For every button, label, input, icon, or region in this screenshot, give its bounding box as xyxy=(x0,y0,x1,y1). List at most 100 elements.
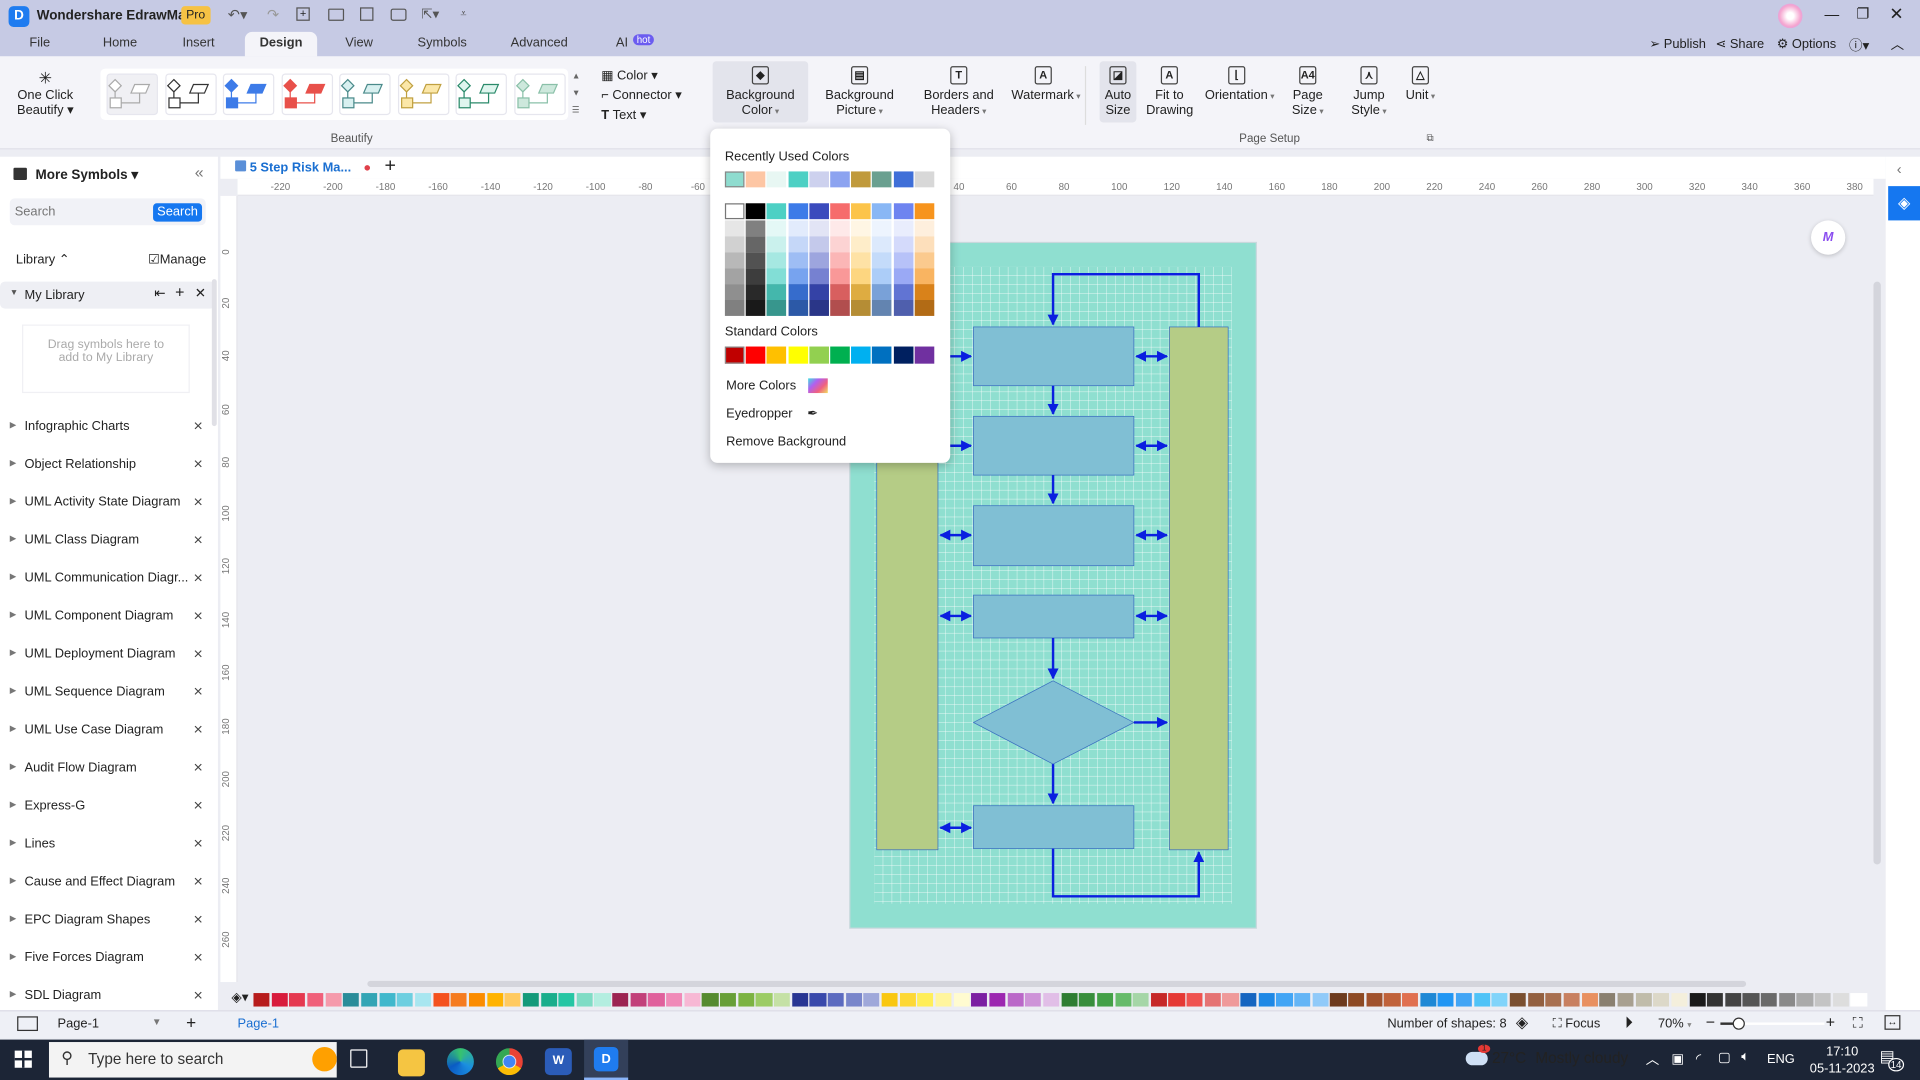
palette-color-swatch[interactable] xyxy=(1204,993,1221,1007)
notifications-button[interactable]: ▤ 14 xyxy=(1880,1047,1904,1072)
palette-color-swatch[interactable] xyxy=(1491,993,1508,1007)
page-tab[interactable]: Page-1 xyxy=(238,1016,279,1031)
theme-color-swatch[interactable] xyxy=(809,284,829,301)
palette-color-swatch[interactable] xyxy=(1527,993,1544,1007)
connector-dropdown[interactable]: ⌐ Connector ▾ xyxy=(601,88,681,103)
volume-icon[interactable]: 🔈︎ xyxy=(1741,1049,1749,1065)
close-icon[interactable]: × xyxy=(193,872,202,890)
library-item[interactable]: ▶ Infographic Charts × xyxy=(0,415,218,439)
palette-color-swatch[interactable] xyxy=(684,993,701,1007)
theme-color-swatch[interactable] xyxy=(851,203,871,220)
zoom-in-button[interactable]: + xyxy=(1826,1013,1835,1031)
palette-color-swatch[interactable] xyxy=(648,993,665,1007)
weather-widget[interactable]: 1 27°C Mostly cloudy xyxy=(1465,1044,1628,1067)
palette-color-swatch[interactable] xyxy=(971,993,988,1007)
theme-color-swatch[interactable] xyxy=(767,268,787,285)
library-item[interactable]: ▶ SDL Diagram × xyxy=(0,984,218,1008)
close-icon[interactable]: ✕ xyxy=(195,285,206,302)
palette-color-swatch[interactable] xyxy=(755,993,773,1007)
library-item[interactable]: ▶ EPC Diagram Shapes × xyxy=(0,909,218,933)
tab-ai[interactable]: AI xyxy=(616,36,628,51)
palette-color-swatch[interactable] xyxy=(863,993,880,1007)
theme-color-swatch[interactable] xyxy=(830,284,850,301)
beautify-style-1[interactable] xyxy=(106,73,158,116)
palette-color-swatch[interactable] xyxy=(1186,993,1203,1007)
palette-color-swatch[interactable] xyxy=(361,993,378,1007)
recent-color-swatch[interactable] xyxy=(830,171,850,188)
collapse-ribbon-icon[interactable]: ︿ xyxy=(1891,34,1904,54)
library-item[interactable]: ▶ UML Component Diagram × xyxy=(0,605,218,629)
theme-color-swatch[interactable] xyxy=(724,252,745,269)
palette-color-swatch[interactable] xyxy=(953,993,970,1007)
library-item[interactable]: ▶ Audit Flow Diagram × xyxy=(0,757,218,781)
library-item[interactable]: ▶ UML Communication Diagr... × xyxy=(0,567,218,591)
format-panel-button[interactable]: ◈ xyxy=(1888,186,1920,221)
theme-color-swatch[interactable] xyxy=(914,268,935,285)
palette-color-swatch[interactable] xyxy=(450,993,467,1007)
word-icon[interactable]: W xyxy=(544,1048,572,1076)
palette-color-swatch[interactable] xyxy=(1437,993,1455,1007)
standard-color-swatch[interactable] xyxy=(830,346,850,364)
library-item[interactable]: ▶ Object Relationship × xyxy=(0,453,218,477)
color-dropdown[interactable]: ▦ Color ▾ xyxy=(601,69,657,84)
palette-color-swatch[interactable] xyxy=(1617,993,1634,1007)
library-item[interactable]: ▶ Express-G × xyxy=(0,795,218,819)
theme-color-swatch[interactable] xyxy=(788,284,808,301)
theme-color-swatch[interactable] xyxy=(914,203,935,220)
theme-color-swatch[interactable] xyxy=(914,284,935,301)
tab-file[interactable]: File xyxy=(29,36,50,51)
panel-scrollbar[interactable] xyxy=(211,279,217,427)
theme-color-swatch[interactable] xyxy=(788,300,808,316)
import-icon[interactable]: ⇤ xyxy=(154,285,165,302)
theme-color-swatch[interactable] xyxy=(872,268,892,285)
theme-color-swatch[interactable] xyxy=(788,252,808,269)
fullscreen-icon[interactable]: ⛶ xyxy=(1853,1014,1863,1032)
tab-home[interactable]: Home xyxy=(103,36,137,51)
standard-color-swatch[interactable] xyxy=(809,346,829,364)
palette-color-swatch[interactable] xyxy=(1545,993,1562,1007)
watermark-button[interactable]: A Watermark ▾ xyxy=(1011,61,1081,122)
palette-color-swatch[interactable] xyxy=(720,993,737,1007)
ai-assistant-icon[interactable]: M xyxy=(1811,220,1846,255)
recent-color-swatch[interactable] xyxy=(872,171,892,188)
standard-color-swatch[interactable] xyxy=(767,346,787,364)
theme-color-swatch[interactable] xyxy=(872,252,892,269)
standard-color-swatch[interactable] xyxy=(724,346,745,364)
minimize-button[interactable]: — xyxy=(1824,6,1839,23)
theme-color-swatch[interactable] xyxy=(788,220,808,237)
edge-icon[interactable] xyxy=(446,1048,474,1076)
options-button[interactable]: ⚙ Options xyxy=(1777,37,1836,52)
theme-color-swatch[interactable] xyxy=(851,268,871,285)
share-button[interactable]: ⋖ Share xyxy=(1716,37,1765,52)
close-icon[interactable]: × xyxy=(193,606,202,624)
palette-color-swatch[interactable] xyxy=(1419,993,1437,1007)
theme-color-swatch[interactable] xyxy=(745,236,766,253)
tab-view[interactable]: View xyxy=(345,36,373,51)
standard-color-swatch[interactable] xyxy=(788,346,808,364)
meet-icon[interactable]: ▣ xyxy=(1671,1051,1684,1067)
theme-color-swatch[interactable] xyxy=(809,268,829,285)
close-icon[interactable]: × xyxy=(193,530,202,548)
theme-color-swatch[interactable] xyxy=(788,203,808,220)
palette-color-swatch[interactable] xyxy=(1007,993,1024,1007)
undo-icon[interactable]: ↶▾ xyxy=(228,6,248,23)
chrome-icon[interactable] xyxy=(495,1048,523,1076)
library-item[interactable]: ▶ Cause and Effect Diagram × xyxy=(0,871,218,895)
theme-color-swatch[interactable] xyxy=(745,203,766,220)
theme-color-swatch[interactable] xyxy=(724,203,745,220)
palette-color-swatch[interactable] xyxy=(827,993,844,1007)
theme-color-swatch[interactable] xyxy=(767,220,787,237)
language-indicator[interactable]: ENG xyxy=(1767,1052,1795,1067)
collapse-panel-icon[interactable]: « xyxy=(195,163,204,181)
borders-button[interactable]: T Borders and Headers ▾ xyxy=(916,61,1002,122)
theme-color-swatch[interactable] xyxy=(851,284,871,301)
theme-color-swatch[interactable] xyxy=(872,284,892,301)
palette-color-swatch[interactable] xyxy=(702,993,719,1007)
theme-color-swatch[interactable] xyxy=(872,203,892,220)
theme-color-swatch[interactable] xyxy=(724,300,745,316)
new-tab-button[interactable]: + xyxy=(384,156,395,178)
theme-color-swatch[interactable] xyxy=(745,268,766,285)
close-icon[interactable]: × xyxy=(193,796,202,814)
palette-color-swatch[interactable] xyxy=(881,993,898,1007)
palette-color-swatch[interactable] xyxy=(1096,993,1114,1007)
